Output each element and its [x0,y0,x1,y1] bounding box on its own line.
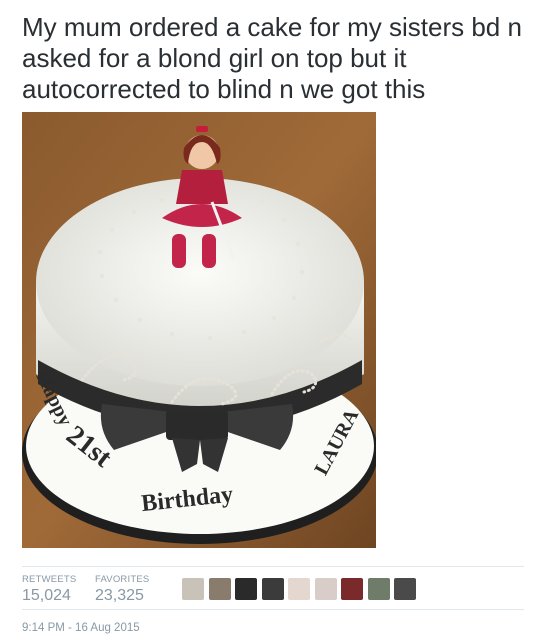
avatar-3[interactable] [235,578,257,600]
avatar-8[interactable] [367,578,390,600]
avatar-7[interactable] [341,578,363,600]
tweet-photo[interactable]: Happy 21st Birthday LAURA [22,112,376,548]
retweets-stat[interactable]: RETWEETS 15,024 [22,574,76,605]
retweets-label: RETWEETS [22,574,77,585]
tweet-timestamp[interactable]: 9:14 PM - 16 Aug 2015 [22,622,140,634]
favorites-stat[interactable]: FAVORITES 23,325 [95,574,149,605]
avatar-1[interactable] [182,578,204,600]
retweets-count: 15,024 [22,587,71,604]
avatar-5[interactable] [288,578,310,600]
avatar-6[interactable] [314,578,337,600]
tweet-stats: RETWEETS 15,024 FAVORITES 23,325 [22,566,524,610]
avatar-9[interactable] [394,578,416,600]
avatar-2[interactable] [208,578,231,600]
avatar-4[interactable] [261,578,284,600]
cake-image: Happy 21st Birthday LAURA [22,112,376,548]
favorites-label: FAVORITES [95,574,150,585]
tweet-text: My mum ordered a cake for my sisters bd … [22,12,522,104]
favorites-count: 23,325 [95,587,144,604]
